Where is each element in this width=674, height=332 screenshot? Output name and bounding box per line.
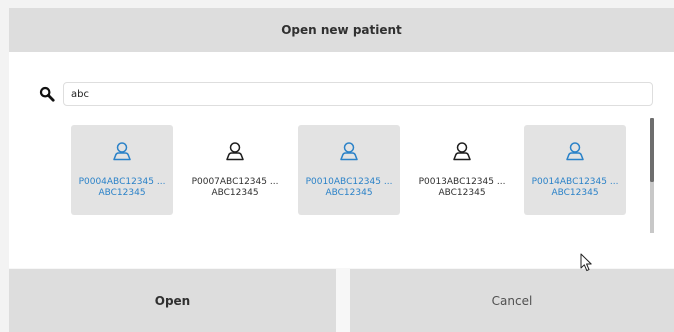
open-button[interactable]: Open xyxy=(9,269,336,332)
patient-list: P0004ABC12345 ... ABC12345 P0007ABC12345… xyxy=(71,125,643,217)
scrollbar-thumb[interactable] xyxy=(650,118,654,182)
patient-name: ABC12345 xyxy=(551,188,599,198)
scrollbar-track[interactable] xyxy=(650,182,654,233)
patient-name: ABC12345 xyxy=(438,188,486,198)
patient-name: ABC12345 xyxy=(325,188,373,198)
patient-tile[interactable]: P0007ABC12345 ... ABC12345 xyxy=(184,125,286,215)
user-icon xyxy=(226,142,244,161)
user-icon xyxy=(340,142,358,161)
patient-id: P0013ABC12345 ... xyxy=(418,177,506,187)
patient-name: ABC12345 xyxy=(211,188,259,198)
mouse-cursor-icon xyxy=(580,253,592,272)
patient-tile[interactable]: P0004ABC12345 ... ABC12345 xyxy=(71,125,173,215)
dialog-title: Open new patient xyxy=(281,23,402,37)
cancel-button[interactable]: Cancel xyxy=(350,269,674,332)
user-icon xyxy=(113,142,131,161)
search-icon xyxy=(39,86,55,102)
dialog-content: P0004ABC12345 ... ABC12345 P0007ABC12345… xyxy=(9,52,674,268)
patient-id: P0007ABC12345 ... xyxy=(191,177,279,187)
patient-tile[interactable]: P0013ABC12345 ... ABC12345 xyxy=(411,125,513,215)
search-input[interactable] xyxy=(63,82,653,106)
dialog-header: Open new patient xyxy=(9,8,674,52)
user-icon xyxy=(566,142,584,161)
patient-id: P0010ABC12345 ... xyxy=(305,177,393,187)
open-patient-dialog: Open new patient P0004ABC12345 ... ABC12… xyxy=(9,8,674,332)
patient-id: P0004ABC12345 ... xyxy=(78,177,166,187)
patient-name: ABC12345 xyxy=(98,188,146,198)
patient-tile[interactable]: P0014ABC12345 ... ABC12345 xyxy=(524,125,626,215)
patient-id: P0014ABC12345 ... xyxy=(531,177,619,187)
patient-tile[interactable]: P0010ABC12345 ... ABC12345 xyxy=(298,125,400,215)
user-icon xyxy=(453,142,471,161)
